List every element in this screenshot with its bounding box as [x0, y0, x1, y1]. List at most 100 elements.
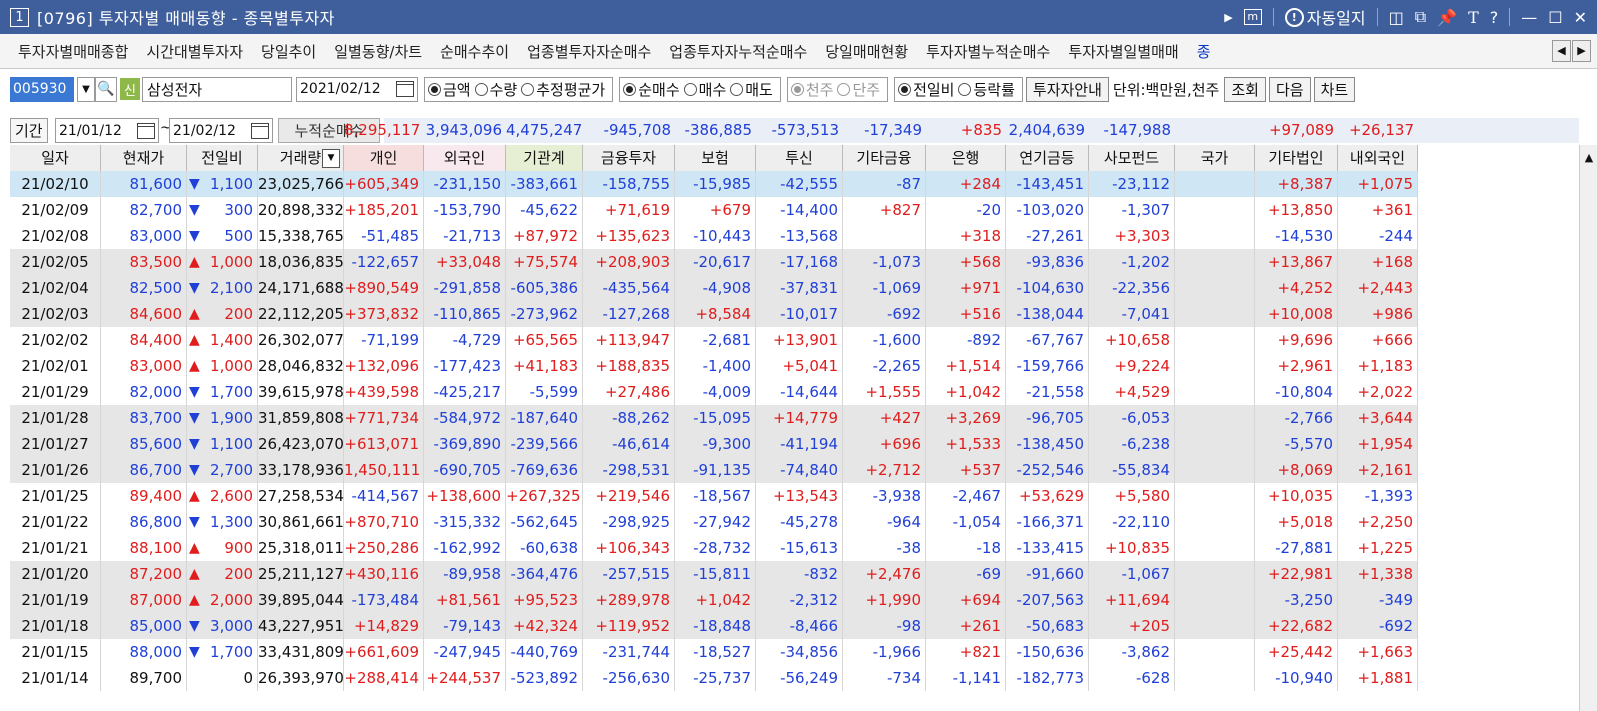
tab-scroll-left-icon[interactable]: ◀ — [1552, 40, 1571, 62]
tab-item[interactable]: 투자자별매매종합 — [0, 41, 137, 62]
column-header[interactable]: 현재가 — [101, 145, 187, 171]
column-header[interactable]: 내외국인 — [1338, 145, 1418, 171]
column-header[interactable]: 외국인 — [424, 145, 506, 171]
value-cell — [1175, 353, 1255, 379]
tab-item[interactable]: 종 — [1188, 41, 1220, 62]
value-cell: -187,640 — [506, 405, 583, 431]
table-row[interactable]: 21/01/18 85,000 ▼ 3,000 43,227,951 +14,829 -79… — [10, 613, 1418, 639]
table-row[interactable]: 21/01/25 89,400 ▲ 2,600 27,258,534 -414,567 +1… — [10, 483, 1418, 509]
radio-option[interactable]: 매수 — [683, 79, 726, 100]
table-row[interactable]: 21/01/20 87,200 ▲ 200 25,211,127 +430,116 -89,… — [10, 561, 1418, 587]
calendar-icon[interactable] — [396, 81, 414, 97]
tab-item[interactable]: 당일추이 — [252, 41, 325, 62]
column-header[interactable]: 기타법인 — [1255, 145, 1338, 171]
stock-name-field[interactable]: 삼성전자 — [142, 76, 292, 102]
column-header[interactable]: 개인 — [344, 145, 424, 171]
radio-option[interactable]: 매도 — [730, 79, 773, 100]
tab-item[interactable]: 투자자별일별매매 — [1059, 41, 1187, 62]
table-row[interactable]: 21/02/08 83,000 ▼ 500 15,338,765 -51,485 -21,7… — [10, 223, 1418, 249]
column-header[interactable]: 전일비 — [187, 145, 258, 171]
tab-item[interactable]: 투자자별누적순매수 — [917, 41, 1059, 62]
table-row[interactable]: 21/02/04 82,500 ▼ 2,100 24,171,688 +890,549 -2… — [10, 275, 1418, 301]
auto-journal-button[interactable]: ! 자동일지 — [1284, 5, 1366, 29]
table-row[interactable]: 21/02/09 82,700 ▼ 300 20,898,332 +185,201 -153… — [10, 197, 1418, 223]
copy-window-icon[interactable]: ⧉ — [1415, 7, 1426, 27]
tab-item[interactable]: 업종별투자자순매수 — [518, 41, 660, 62]
radio-option[interactable]: 단주 — [837, 79, 880, 100]
column-header[interactable]: 금융투자 — [583, 145, 675, 171]
column-header[interactable]: 기타금융 — [843, 145, 926, 171]
value-cell: -692 — [843, 301, 926, 327]
table-row[interactable]: 21/02/01 83,000 ▲ 1,000 28,046,832 +132,096 -1… — [10, 353, 1418, 379]
window-number[interactable]: 1 — [10, 7, 29, 27]
layout-icon[interactable]: ◫ — [1389, 8, 1404, 27]
tab-item[interactable]: 시간대별투자자 — [137, 41, 252, 62]
help-icon[interactable]: ? — [1490, 8, 1499, 27]
table-row[interactable]: 21/01/27 85,600 ▼ 1,100 26,423,070 +613,071 -3… — [10, 431, 1418, 457]
table-row[interactable]: 21/01/29 82,000 ▼ 1,700 39,615,978 +439,598 -4… — [10, 379, 1418, 405]
column-header[interactable]: 기관계 — [506, 145, 583, 171]
table-row[interactable]: 21/01/15 88,000 ▼ 1,700 33,431,809 +661,609 -2… — [10, 639, 1418, 665]
date-field[interactable]: 2021/02/12 — [296, 76, 418, 102]
calendar-icon[interactable] — [137, 122, 155, 139]
radio-option[interactable]: 금액 — [428, 79, 471, 100]
table-row[interactable]: 21/01/14 89,700 0 26,393,970 +288,414 +244,53… — [10, 665, 1418, 691]
close-icon[interactable]: ✕ — [1574, 8, 1587, 27]
value-cell: +13,867 — [1255, 249, 1338, 275]
tab-scroll-right-icon[interactable]: ▶ — [1572, 40, 1591, 62]
value-cell: -21,713 — [424, 223, 506, 249]
table-row[interactable]: 21/01/22 86,800 ▼ 1,300 30,861,661 +870,710 -3… — [10, 509, 1418, 535]
value-cell: -6,238 — [1089, 431, 1175, 457]
period-from-field[interactable]: 21/01/12 — [55, 118, 159, 143]
table-row[interactable]: 21/01/21 88,100 ▲ 900 25,318,011 +250,286 -162… — [10, 535, 1418, 561]
stock-code-input[interactable]: 005930 — [10, 76, 74, 102]
value-cell: -55,834 — [1089, 457, 1175, 483]
tab-item[interactable]: 업종투자자누적순매수 — [660, 41, 816, 62]
query-button[interactable]: 조회 — [1224, 76, 1266, 102]
radio-option[interactable]: 등락률 — [958, 79, 1015, 100]
vertical-scrollbar[interactable]: ▲ — [1579, 145, 1597, 711]
table-row[interactable]: 21/02/03 84,600 ▲ 200 22,112,205 +373,832 -110… — [10, 301, 1418, 327]
radio-option[interactable]: 전일비 — [898, 79, 954, 100]
column-header[interactable]: 사모펀드 — [1089, 145, 1175, 171]
column-header[interactable]: 일자 — [10, 145, 101, 171]
investor-guide-button[interactable]: 투자자안내 — [1025, 76, 1109, 102]
chart-button[interactable]: 차트 — [1313, 76, 1356, 102]
table-row[interactable]: 21/02/02 84,400 ▲ 1,400 26,302,077 -71,199 -4,… — [10, 327, 1418, 353]
column-header[interactable]: 보험 — [675, 145, 756, 171]
table-row[interactable]: 21/01/19 87,000 ▲ 2,000 39,895,044 -173,484 +8… — [10, 587, 1418, 613]
period-to-field[interactable]: 21/02/12 — [169, 118, 273, 143]
column-header[interactable]: 연기금등 — [1006, 145, 1089, 171]
search-icon[interactable]: 🔍 — [95, 76, 117, 102]
value-cell: -104,630 — [1006, 275, 1089, 301]
column-header[interactable]: 투신 — [756, 145, 843, 171]
screen-icon[interactable]: m — [1243, 9, 1262, 25]
value-cell: -523,892 — [506, 665, 583, 691]
table-row[interactable]: 21/01/28 83,700 ▼ 1,900 31,859,808 +771,734 -5… — [10, 405, 1418, 431]
column-header[interactable]: 국가 — [1175, 145, 1255, 171]
radio-option[interactable]: 천주 — [790, 79, 833, 100]
maximize-icon[interactable]: ☐ — [1548, 8, 1562, 27]
column-header[interactable]: 은행 — [926, 145, 1006, 171]
next-button[interactable]: 다음 — [1268, 76, 1311, 102]
minimize-icon[interactable]: — — [1521, 8, 1537, 27]
tab-item[interactable]: 순매수추이 — [431, 41, 518, 62]
scroll-up-icon[interactable]: ▲ — [1580, 151, 1597, 164]
tab-item[interactable]: 일별동향/차트 — [325, 41, 431, 62]
radio-option[interactable]: 수량 — [474, 79, 517, 100]
radio-option[interactable]: 순매수 — [623, 79, 680, 100]
table-row[interactable]: 21/02/10 81,600 ▼ 1,100 23,025,766 +605,349 -2… — [10, 171, 1418, 197]
table-row[interactable]: 21/02/05 83,500 ▲ 1,000 18,036,835 -122,657 +3… — [10, 249, 1418, 275]
separator — [1376, 8, 1378, 26]
tab-item[interactable]: 당일매매현황 — [816, 41, 917, 62]
pin-icon[interactable]: 📌 — [1437, 8, 1457, 27]
play-icon[interactable]: ▶ — [1224, 11, 1232, 24]
table-row[interactable]: 21/01/26 86,700 ▼ 2,700 33,178,936 1,450,111-… — [10, 457, 1418, 483]
radio-option[interactable]: 추정평균가 — [521, 79, 605, 100]
chevron-down-icon[interactable]: ▼ — [77, 76, 95, 102]
value-cell: -14,400 — [756, 197, 843, 223]
calendar-icon[interactable] — [251, 122, 269, 139]
font-icon[interactable]: T — [1468, 8, 1479, 27]
value-cell: +168 — [1338, 249, 1418, 275]
sort-dropdown-icon[interactable]: ▼ — [322, 149, 340, 168]
